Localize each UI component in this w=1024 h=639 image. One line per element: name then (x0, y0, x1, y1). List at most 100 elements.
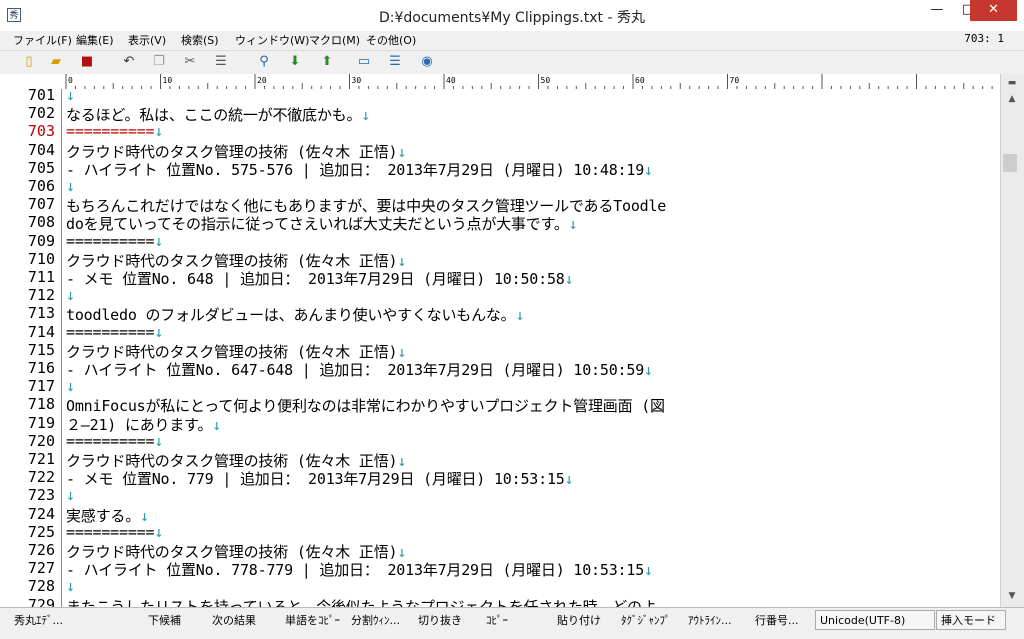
line-text[interactable]: ==========↓ (66, 122, 163, 140)
status-item[interactable]: 分割ｳｨﾝ... (351, 612, 400, 628)
menu-edit[interactable]: 編集(E) (76, 32, 114, 48)
return-mark: ↓ (154, 322, 164, 341)
status-bar: 秀丸ｴﾃﾞ... 下候補 次の結果 単語をｺﾋﾟｰ 分割ｳｨﾝ... 切り抜き … (0, 607, 1024, 639)
status-item[interactable]: 単語をｺﾋﾟｰ (285, 612, 340, 628)
line-text[interactable]: ==========↓ (66, 232, 163, 250)
line-number: 707 (27, 195, 55, 214)
line-text[interactable]: ==========↓ (66, 432, 163, 450)
line-text[interactable]: ==========↓ (66, 523, 163, 541)
ruler-label: 50 (541, 76, 551, 85)
line-number: 710 (27, 249, 55, 268)
editor-area[interactable]: 701 ↓ 702 なるほど。私は、ここの統一が不徹底かも。↓ 703 =========… (0, 89, 1000, 607)
line-text[interactable]: - ハイライト 位置No. 647-648 | 追加日： 2013年7月29日 … (66, 359, 653, 380)
line-content: - メモ 位置No. 648 | 追加日： 2013年7月29日 (月曜日) 1… (66, 270, 565, 288)
ruler: 0 10 20 30 40 50 60 70 (0, 74, 1000, 90)
line-text[interactable]: ↓ (66, 486, 75, 504)
status-item[interactable]: ﾀｸﾞｼﾞｬﾝﾌﾟ (621, 612, 671, 628)
line-text[interactable]: またこうしたリストを持っていると、今後似たようなプロジェクトを任された時、どのよ (66, 596, 657, 607)
menu-file[interactable]: ファイル(F) (13, 32, 72, 48)
status-item[interactable]: 次の結果 (212, 612, 256, 628)
line-number: 727 (27, 559, 55, 578)
return-mark: ↓ (154, 431, 164, 450)
ruler-label: 10 (163, 76, 173, 85)
undo-icon[interactable]: ↶ (120, 54, 138, 70)
line-number: 721 (27, 450, 55, 468)
minimize-button[interactable]: — (922, 0, 952, 21)
encoding-status[interactable]: Unicode(UTF-8) (815, 610, 935, 630)
help-icon[interactable]: ◉ (418, 54, 436, 70)
status-item[interactable]: ｱｳﾄﾗｲﾝ... (688, 612, 732, 628)
status-item[interactable]: ｺﾋﾟｰ (486, 612, 508, 628)
ruler-label: 0 (68, 76, 73, 85)
line-text[interactable]: - メモ 位置No. 779 | 追加日： 2013年7月29日 (月曜日) 1… (66, 468, 574, 489)
search-icon[interactable]: ⚲ (255, 54, 273, 70)
status-item[interactable]: 秀丸ｴﾃﾞ... (14, 612, 63, 628)
scroll-up-icon[interactable]: ▲ (1005, 92, 1019, 106)
return-mark: ↓ (361, 106, 371, 125)
line-text[interactable]: ==========↓ (66, 323, 163, 341)
menu-view[interactable]: 表示(V) (128, 32, 166, 48)
line-number: 717 (27, 377, 55, 396)
copy-icon[interactable]: ❐ (150, 54, 168, 70)
find-up-icon[interactable]: ⬆ (318, 54, 336, 70)
cursor-position: 703: 1 (964, 32, 1004, 45)
title-bar: 秀 D:¥documents¥My Clippings.txt - 秀丸 — □… (0, 0, 1024, 31)
scroll-down-icon[interactable]: ▼ (1005, 589, 1019, 603)
line-text[interactable]: ↓ (66, 377, 75, 395)
line-number: 703 (27, 122, 55, 141)
close-button[interactable]: ✕ (970, 0, 1017, 21)
window-title: D:¥documents¥My Clippings.txt - 秀丸 (379, 10, 645, 26)
window-icon[interactable]: ▭ (355, 54, 373, 70)
line-number: 713 (27, 304, 55, 323)
line-text[interactable]: - ハイライト 位置No. 575-576 | 追加日： 2013年7月29日 … (66, 159, 653, 180)
ruler-label: 70 (730, 76, 740, 85)
save-icon[interactable]: ■ (78, 54, 96, 70)
line-number: 704 (27, 140, 55, 159)
line-text[interactable]: ↓ (66, 177, 75, 195)
line-text[interactable]: ↓ (66, 286, 75, 304)
return-mark: ↓ (66, 286, 75, 305)
status-item[interactable]: 切り抜き (418, 612, 462, 628)
status-item[interactable]: 貼り付け (557, 612, 601, 628)
return-mark: ↓ (212, 415, 222, 434)
menu-window[interactable]: ウィンドウ(W) (235, 32, 309, 48)
line-text[interactable]: - ハイライト 位置No. 778-779 | 追加日： 2013年7月29日 … (66, 559, 653, 580)
open-folder-icon[interactable]: ▰ (47, 54, 65, 70)
scroll-thumb[interactable] (1003, 154, 1017, 172)
ruler-label: 60 (635, 76, 645, 85)
line-content: ========== (66, 522, 155, 541)
line-content: ========== (66, 122, 155, 141)
line-number: 701 (27, 89, 55, 104)
line-number: 712 (27, 286, 55, 305)
new-file-icon[interactable]: ▯ (20, 54, 38, 70)
line-text[interactable]: ↓ (66, 89, 75, 104)
status-item[interactable]: 下候補 (148, 612, 181, 628)
line-text[interactable]: ↓ (66, 577, 75, 595)
return-mark: ↓ (154, 122, 164, 141)
menu-search[interactable]: 検索(S) (181, 32, 219, 48)
ruler-scale: 0 10 20 30 40 50 60 70 (65, 74, 993, 89)
line-number: 724 (27, 504, 55, 523)
line-number: 725 (27, 522, 55, 541)
find-down-icon[interactable]: ⬇ (286, 54, 304, 70)
line-content: - ハイライト 位置No. 647-648 | 追加日： 2013年7月29日 … (66, 361, 645, 379)
line-text[interactable]: - メモ 位置No. 648 | 追加日： 2013年7月29日 (月曜日) 1… (66, 268, 574, 289)
vertical-scrollbar[interactable]: ▬ ▲ ▼ (1000, 74, 1024, 607)
line-number: 709 (27, 231, 55, 250)
status-item[interactable]: 行番号... (755, 612, 799, 628)
line-content: ========== (66, 322, 155, 341)
line-number: 726 (27, 541, 55, 559)
cut-icon[interactable]: ✂ (181, 54, 199, 70)
menu-macro[interactable]: マクロ(M) (309, 32, 360, 48)
paste-icon[interactable]: ☰ (212, 54, 230, 70)
split-icon[interactable]: ☰ (386, 54, 404, 70)
toolbar: ▯ ▰ ■ ↶ ❐ ✂ ☰ ⚲ ⬇ ⬆ ▭ ☰ ◉ (0, 50, 1024, 74)
line-number: 715 (27, 340, 55, 359)
split-handle-icon[interactable]: ▬ (1005, 76, 1019, 90)
insert-mode-status[interactable]: 挿入モード (936, 610, 1006, 630)
line-number: 705 (27, 158, 55, 177)
line-number: 722 (27, 468, 55, 487)
menu-other[interactable]: その他(O) (366, 32, 416, 48)
line-number: 718 (27, 395, 55, 414)
ruler-label: 40 (446, 76, 456, 85)
